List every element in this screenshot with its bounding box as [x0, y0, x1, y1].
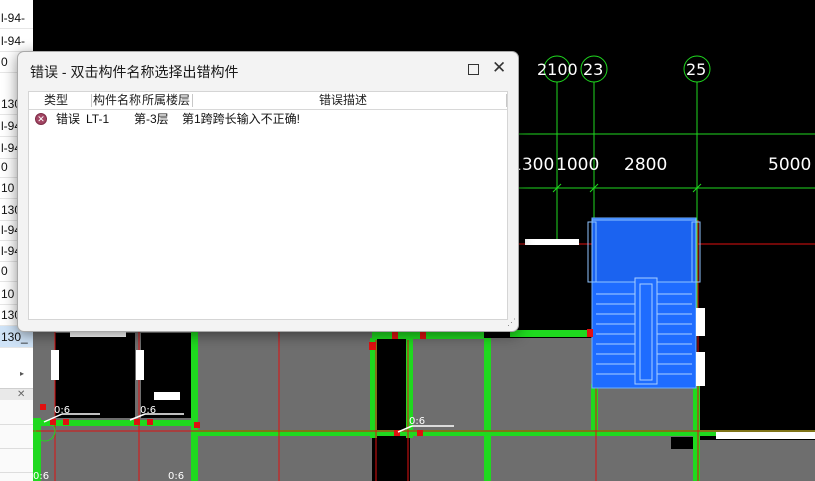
marker: [40, 404, 46, 410]
wall: [591, 384, 598, 436]
dialog-titlebar[interactable]: 错误 - 双击构件名称选择出错构件 ✕: [18, 52, 518, 90]
marker: [587, 329, 593, 337]
dimension-text: 5000: [768, 155, 811, 175]
marker: [50, 419, 56, 425]
dimension-text: 1000: [556, 155, 599, 175]
slab-label: 0:6: [33, 471, 49, 481]
axis-label: 23: [583, 60, 603, 79]
segment: [525, 239, 579, 245]
segment: [716, 432, 815, 439]
dimension-text: 2800: [624, 155, 667, 175]
room: [410, 338, 492, 481]
wall: [484, 338, 491, 481]
error-row[interactable]: ✕ 错误 LT-1 第-3层 第1跨跨长输入不正确!: [29, 110, 507, 129]
collapse-arrow-icon[interactable]: ▸: [20, 369, 24, 378]
divider: [0, 424, 33, 425]
slab-label: 0:6: [409, 416, 425, 427]
axis-label: 25: [686, 60, 706, 79]
column-separator[interactable]: [192, 94, 193, 107]
divider: [0, 448, 33, 449]
cad-workspace: l-94- l-94- 0 130_ l-94- l-94- 0 10 130_…: [0, 0, 815, 481]
segment: [154, 392, 180, 400]
column-header-type[interactable]: 类型: [44, 94, 68, 107]
column-header-name[interactable]: 构件名称: [93, 94, 141, 107]
close-icon[interactable]: ✕: [17, 389, 25, 400]
stair-landing: [591, 219, 697, 283]
column-header-description[interactable]: 错误描述: [319, 94, 367, 107]
column-separator[interactable]: [506, 94, 507, 107]
marker: [147, 419, 153, 425]
error-list[interactable]: 类型 构件名称 所属楼层 错误描述 ✕ 错误 LT-1 第-3层 第1跨跨长输入…: [28, 91, 508, 320]
slab-label: 0:6: [54, 405, 70, 416]
dialog-title: 错误 - 双击构件名称选择出错构件: [30, 64, 239, 80]
segment: [136, 350, 144, 380]
wall: [372, 332, 484, 339]
error-icon: ✕: [35, 113, 47, 125]
wall: [510, 330, 595, 337]
resize-grip-icon[interactable]: ⋰: [507, 318, 516, 327]
slab-label: 0:6: [140, 405, 156, 416]
column-header-floor[interactable]: 所属楼层: [142, 94, 190, 107]
column-separator[interactable]: [91, 94, 92, 107]
slab-label: 0:6: [168, 471, 184, 481]
stair-well: [634, 277, 658, 385]
segment: [696, 308, 705, 336]
property-row[interactable]: l-94-: [0, 7, 33, 29]
room: [490, 338, 598, 481]
void: [376, 340, 406, 428]
marker: [194, 422, 200, 428]
room: [197, 330, 372, 481]
marker: [134, 419, 140, 425]
property-row[interactable]: l-94-: [0, 30, 33, 52]
error-type: 错误: [56, 112, 81, 126]
wall: [33, 420, 193, 426]
close-icon[interactable]: ✕: [492, 59, 506, 76]
segment: [696, 352, 705, 386]
list-header: 类型 构件名称 所属楼层 错误描述: [29, 92, 507, 110]
stair-lt-1[interactable]: [587, 217, 701, 389]
axis-label: 2100: [537, 60, 578, 79]
marker: [392, 331, 398, 339]
error-dialog[interactable]: 错误 - 双击构件名称选择出错构件 ✕ 类型 构件名称 所属楼层 错误描述 ✕ …: [17, 51, 519, 332]
lower-panel: [0, 400, 33, 481]
segment: [51, 350, 59, 380]
marker: [420, 331, 426, 339]
wall: [191, 328, 198, 481]
marker: [369, 342, 376, 350]
divider: [0, 472, 33, 473]
maximize-icon[interactable]: [468, 64, 479, 75]
component-name[interactable]: LT-1: [86, 113, 109, 126]
wall: [693, 384, 700, 481]
room: [700, 440, 815, 481]
void: [671, 437, 693, 449]
marker: [417, 430, 423, 436]
error-description: 第1跨跨长输入不正确!: [182, 112, 301, 126]
floor-name: 第-3层: [134, 112, 169, 126]
marker: [63, 419, 69, 425]
